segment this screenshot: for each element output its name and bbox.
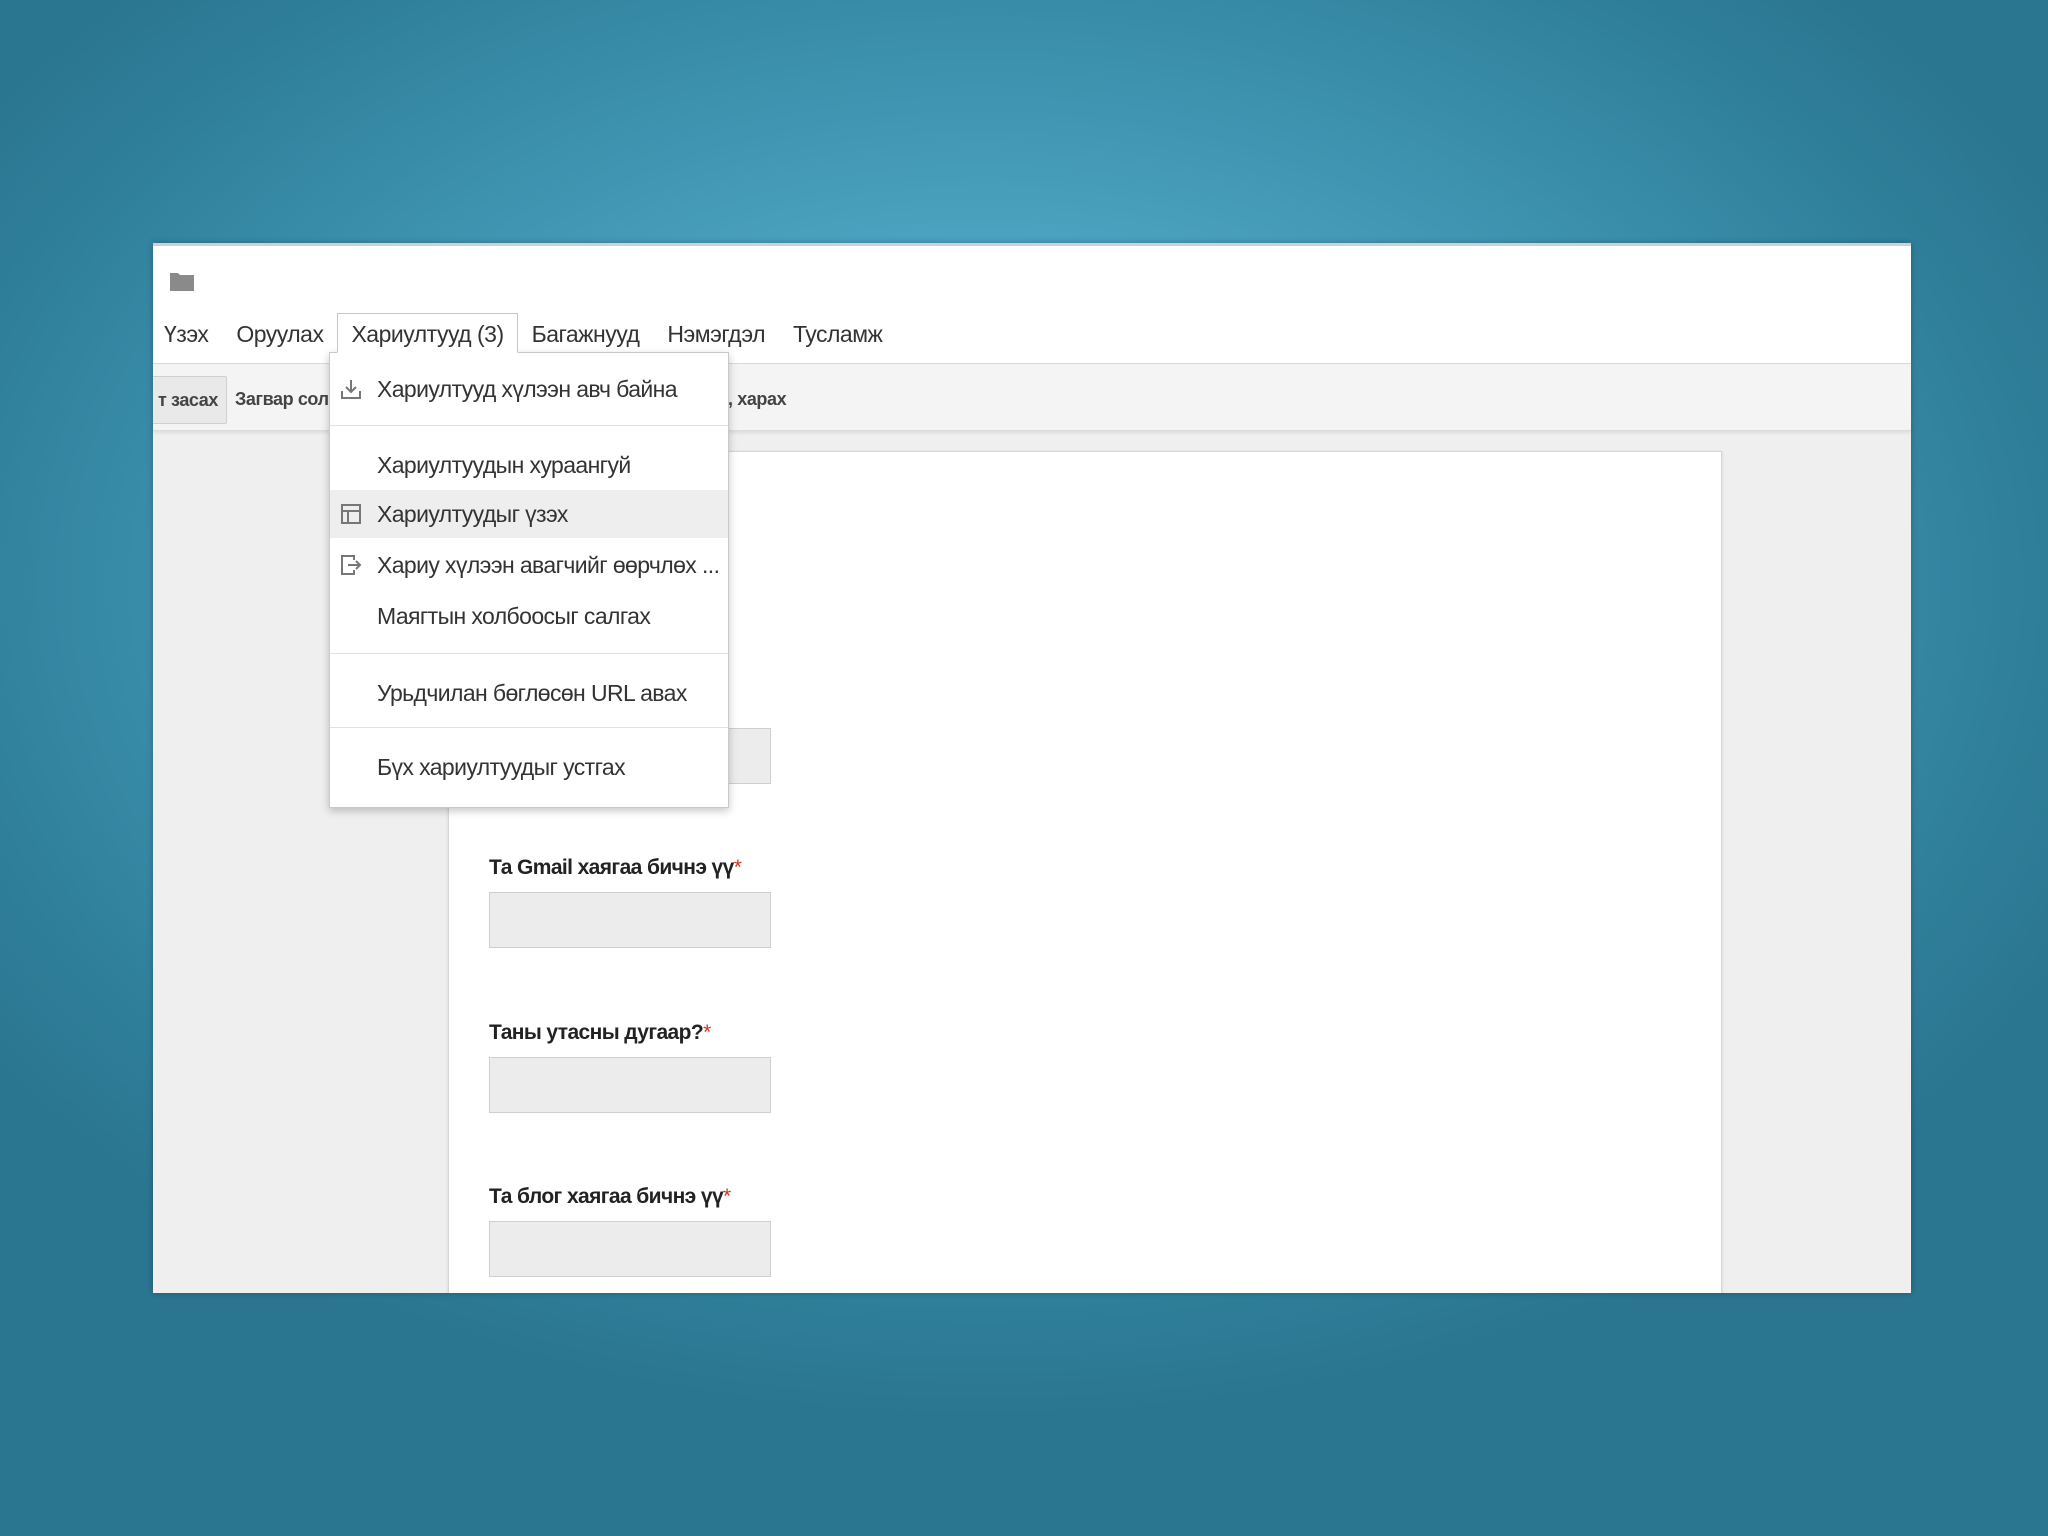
export-icon bbox=[341, 555, 362, 575]
edit-questions-button[interactable]: т засах bbox=[153, 376, 227, 424]
menu-divider bbox=[330, 727, 728, 728]
required-mark: * bbox=[733, 856, 742, 879]
change-destination-item[interactable]: Хариу хүлээн авагчийг өөрчлөх ... bbox=[330, 541, 728, 589]
top-bar: Үзэх Оруулах Хариултууд (3) Багажнууд Нэ… bbox=[153, 243, 1911, 364]
menu-help[interactable]: Тусламж bbox=[779, 313, 896, 353]
forms-editor-window: Үзэх Оруулах Хариултууд (3) Багажнууд Нэ… bbox=[153, 243, 1911, 1293]
menu-view[interactable]: Үзэх bbox=[153, 313, 222, 353]
delete-all-responses-item[interactable]: Бүх хариултуудыг устгах bbox=[330, 743, 728, 791]
gmail-input[interactable] bbox=[489, 892, 771, 948]
view-responses-item[interactable]: Хариултуудыг үзэх bbox=[330, 490, 728, 538]
download-icon bbox=[341, 380, 361, 399]
required-mark: * bbox=[703, 1021, 711, 1044]
blog-input[interactable] bbox=[489, 1221, 771, 1277]
gmail-label: Та Gmail хаягаа бичнэ үү* bbox=[489, 856, 742, 879]
phone-label: Таны утасны дугаар?* bbox=[489, 1021, 711, 1044]
view-live-form-button[interactable]: , харах bbox=[728, 376, 787, 422]
responses-dropdown: Хариултууд хүлээн авч байна Хариултуудын… bbox=[329, 352, 729, 808]
unlink-form-item[interactable]: Маягтын холбоосыг салгах bbox=[330, 592, 728, 640]
top-border bbox=[153, 243, 1911, 246]
table-icon bbox=[341, 504, 361, 524]
menu-bar: Үзэх Оруулах Хариултууд (3) Багажнууд Нэ… bbox=[153, 313, 896, 353]
menu-responses[interactable]: Хариултууд (3) bbox=[337, 313, 518, 353]
responses-summary-item[interactable]: Хариултуудын хураангуй bbox=[330, 441, 728, 489]
required-mark: * bbox=[723, 1185, 731, 1208]
change-theme-button[interactable]: Загвар сол bbox=[235, 376, 329, 422]
menu-divider bbox=[330, 425, 728, 426]
menu-divider bbox=[330, 653, 728, 654]
blog-label: Та блог хаягаа бичнэ үү* bbox=[489, 1185, 731, 1208]
menu-tools[interactable]: Багажнууд bbox=[518, 313, 654, 353]
prefilled-url-item[interactable]: Урьдчилан бөглөсөн URL авах bbox=[330, 669, 728, 717]
accepting-responses-item[interactable]: Хариултууд хүлээн авч байна bbox=[330, 365, 728, 413]
menu-insert[interactable]: Оруулах bbox=[222, 313, 337, 353]
phone-input[interactable] bbox=[489, 1057, 771, 1113]
menu-addons[interactable]: Нэмэгдэл bbox=[653, 313, 779, 353]
folder-icon[interactable] bbox=[169, 270, 195, 292]
